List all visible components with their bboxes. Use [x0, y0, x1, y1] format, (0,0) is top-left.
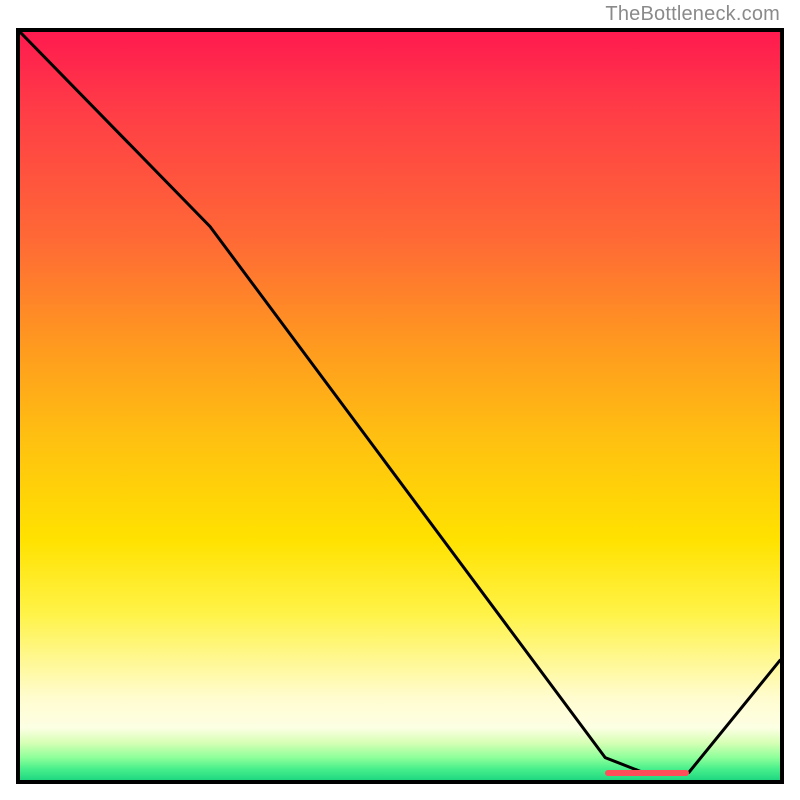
attribution-text: TheBottleneck.com	[605, 3, 780, 26]
plot-area	[16, 28, 784, 784]
optimal-range-marker	[605, 770, 689, 776]
chart-stage: TheBottleneck.com	[0, 0, 800, 800]
curve-layer	[20, 32, 780, 780]
bottleneck-curve	[20, 32, 780, 773]
